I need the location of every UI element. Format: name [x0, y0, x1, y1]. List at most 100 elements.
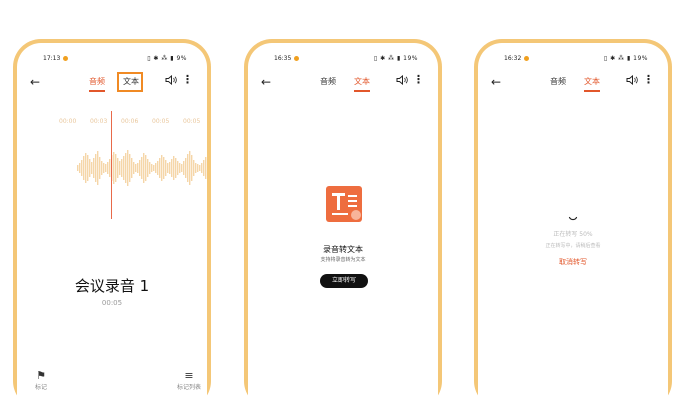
waveform-bar: [87, 155, 89, 181]
tab-audio[interactable]: 音频: [320, 76, 336, 87]
mark-list-button[interactable]: ≡ 标记列表: [177, 369, 201, 391]
waveform-bar: [103, 163, 105, 173]
tab-audio[interactable]: 音频: [550, 76, 566, 87]
notification-dot: [63, 56, 68, 61]
waveform-bar: [203, 160, 205, 176]
waveform-bar: [101, 161, 103, 175]
waveform-bar: [179, 163, 181, 173]
status-icons: ▯ ✱ ⁂ ▮ 19%: [373, 55, 418, 62]
waveform-bar: [181, 164, 183, 172]
timeline-tick: 00:03: [90, 118, 108, 125]
waveform-bar: [187, 154, 189, 182]
waveform-bar: [151, 164, 153, 172]
top-bar: ← 音频 文本 ⋮: [478, 73, 668, 97]
waveform-bar: [141, 157, 143, 179]
waveform-bar: [163, 157, 165, 179]
waveform-bar: [79, 163, 81, 173]
waveform-bar: [115, 154, 117, 182]
back-icon[interactable]: ←: [491, 75, 501, 89]
waveform-bar: [195, 163, 197, 173]
waveform-bar: [91, 162, 93, 174]
speaker-icon[interactable]: [165, 75, 177, 85]
recording-duration: 00:05: [101, 299, 123, 307]
waveform-bar: [77, 165, 79, 171]
tab-audio-label: 音频: [89, 77, 105, 86]
timeline-tick: 00:06: [121, 118, 139, 125]
status-time: 16:32: [504, 55, 522, 62]
waveform-bar: [113, 152, 115, 184]
waveform-bar: [189, 151, 191, 185]
progress-note: 正在转写中，请稍后查看: [545, 243, 601, 249]
highlight-box: [117, 72, 143, 92]
waveform-bar: [119, 161, 121, 175]
waveform-bar: [191, 155, 193, 181]
waveform-bar: [123, 156, 125, 180]
battery-percent: 9%: [176, 55, 187, 62]
list-icon: ≡: [184, 369, 194, 382]
waveform-bar: [201, 163, 203, 173]
flag-icon: ⚑: [36, 369, 46, 382]
back-icon[interactable]: ←: [261, 75, 271, 89]
waveform-bar: [135, 164, 137, 172]
status-bar: 17:13 ▯ ✱ ⁂ ▮ 9%: [17, 55, 207, 65]
phone-convert: 16:35 ▯ ✱ ⁂ ▮ 19% ← 音频 文本 ⋮ 录音转文本 支持将录音转…: [244, 39, 442, 409]
timeline-tick: 00:00: [59, 118, 77, 125]
waveform-bar: [89, 159, 91, 177]
convert-subtitle: 支持将录音转为文本: [320, 257, 366, 263]
waveform-bar: [137, 163, 139, 173]
back-icon[interactable]: ←: [30, 75, 40, 89]
tab-audio[interactable]: 音频: [89, 76, 105, 92]
waveform-bar: [125, 153, 127, 183]
more-menu-icon[interactable]: ⋮: [182, 73, 193, 86]
notification-dot: [524, 56, 529, 61]
tab-text[interactable]: 文本: [354, 76, 370, 92]
audio-waveform: [77, 150, 207, 186]
speaker-icon[interactable]: [396, 75, 408, 85]
more-menu-icon[interactable]: ⋮: [643, 73, 654, 86]
tab-text-label: 文本: [584, 77, 600, 86]
waveform-bar: [117, 158, 119, 178]
waveform-bar: [129, 154, 131, 182]
phone-recording: 17:13 ▯ ✱ ⁂ ▮ 9% ← 音频 文本 ⋮ 00:00 00:03 0…: [13, 39, 211, 409]
waveform-bar: [105, 164, 107, 172]
tab-underline: [354, 90, 370, 92]
progress-text: 正在转写 50%: [553, 231, 593, 238]
waveform-bar: [205, 157, 207, 179]
notification-dot: [294, 56, 299, 61]
status-bar: 16:35 ▯ ✱ ⁂ ▮ 19%: [248, 55, 438, 65]
waveform-bar: [165, 160, 167, 176]
speaker-icon[interactable]: [626, 75, 638, 85]
waveform-bar: [121, 159, 123, 177]
waveform-bar: [185, 158, 187, 178]
flag-label: 标记: [35, 384, 48, 391]
status-bar: 16:32 ▯ ✱ ⁂ ▮ 19%: [478, 55, 668, 65]
waveform-bar: [159, 158, 161, 178]
screen-transcribing: 16:32 ▯ ✱ ⁂ ▮ 19% ← 音频 文本 ⋮ 正在转写 50% 正在转…: [478, 43, 668, 409]
waveform-bar: [93, 158, 95, 178]
top-bar: ← 音频 文本 ⋮: [17, 72, 207, 97]
tab-underline: [584, 90, 600, 92]
playhead[interactable]: [111, 111, 112, 219]
timeline-tick: 00:05: [183, 118, 201, 125]
tab-underline: [89, 90, 105, 92]
waveform-bar: [197, 164, 199, 172]
tab-text-label: 文本: [354, 77, 370, 86]
transcribe-document-icon: [326, 186, 362, 222]
waveform-bar: [175, 158, 177, 178]
battery-percent: 19%: [633, 55, 648, 62]
convert-title: 录音转文本: [323, 245, 363, 254]
tab-text[interactable]: 文本: [584, 76, 600, 92]
status-icons: ▯ ✱ ⁂ ▮ 9%: [147, 55, 187, 62]
screen-convert: 16:35 ▯ ✱ ⁂ ▮ 19% ← 音频 文本 ⋮ 录音转文本 支持将录音转…: [248, 43, 438, 409]
timeline-tick: 00:05: [152, 118, 170, 125]
waveform-bar: [131, 158, 133, 178]
cancel-transcribe-link[interactable]: 取消转写: [478, 257, 668, 267]
waveform-bar: [81, 160, 83, 176]
start-transcribe-button[interactable]: 立即转写: [320, 274, 368, 288]
waveform-bar: [155, 163, 157, 173]
waveform-bar: [153, 165, 155, 171]
flag-button[interactable]: ⚑ 标记: [35, 369, 47, 391]
waveform-bar: [85, 153, 87, 183]
status-icons: ▯ ✱ ⁂ ▮ 19%: [603, 55, 648, 62]
more-menu-icon[interactable]: ⋮: [413, 73, 424, 86]
